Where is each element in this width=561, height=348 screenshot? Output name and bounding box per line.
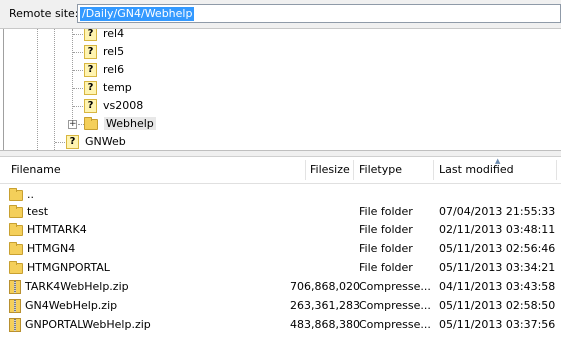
file-type: Compresse... — [359, 318, 431, 331]
column-separator[interactable] — [305, 160, 306, 180]
file-name: HTMTARK4 — [27, 223, 87, 236]
file-type: Compresse... — [359, 299, 431, 312]
file-modified: 05/11/2013 02:56:46 — [439, 242, 556, 255]
file-row[interactable]: TARK4WebHelp.zip 706,868,020 Compresse..… — [0, 277, 561, 296]
file-size — [290, 258, 348, 277]
tree-item-label: GNWeb — [85, 135, 126, 148]
folder-icon — [9, 187, 23, 201]
tree-border — [3, 29, 4, 150]
remote-site-path: /Daily/GN4/Webhelp — [80, 7, 195, 21]
file-size — [290, 239, 348, 258]
column-header-filename[interactable]: Filename — [11, 157, 61, 183]
tree-item-label: vs2008 — [103, 99, 144, 112]
file-name: GNPORTALWebHelp.zip — [25, 318, 151, 331]
file-size: 706,868,020 — [290, 280, 360, 293]
file-name: GN4WebHelp.zip — [25, 299, 118, 312]
zip-icon — [9, 299, 21, 313]
file-name: HTMGNPORTAL — [27, 261, 110, 274]
file-row[interactable]: test File folder 07/04/2013 21:55:33 — [0, 202, 561, 221]
remote-site-input[interactable]: /Daily/GN4/Webhelp — [77, 4, 561, 23]
file-row[interactable]: HTMTARK4 File folder 02/11/2013 03:48:11 — [0, 220, 561, 239]
file-modified: 04/11/2013 03:43:58 — [439, 280, 556, 293]
column-separator[interactable] — [433, 160, 434, 180]
tree-item-vs2008[interactable]: ? vs2008 — [84, 98, 143, 114]
tree-guide-line — [37, 29, 38, 150]
remote-directory-tree: ? rel4 ? rel5 ? rel6 ? temp ? vs2008 + Webhel… — [0, 29, 561, 151]
column-header-last-modified[interactable]: Last modified — [439, 157, 514, 183]
file-size — [290, 220, 348, 239]
file-modified: 07/04/2013 21:55:33 — [439, 205, 556, 218]
file-type: File folder — [359, 223, 413, 236]
question-icon: ? — [84, 99, 97, 113]
column-header-filetype[interactable]: Filetype — [359, 157, 402, 183]
file-name: HTMGN4 — [27, 242, 76, 255]
folder-icon — [9, 222, 23, 236]
folder-icon — [84, 116, 98, 130]
file-modified: 05/11/2013 02:58:50 — [439, 299, 556, 312]
question-icon: ? — [84, 81, 97, 95]
file-modified: 05/11/2013 03:34:21 — [439, 261, 556, 274]
tree-branch — [73, 106, 83, 107]
tree-item-rel5[interactable]: ? rel5 — [84, 44, 124, 60]
question-icon: ? — [66, 135, 79, 149]
file-row[interactable]: GNPORTALWebHelp.zip 483,868,380 Compress… — [0, 315, 561, 334]
file-name: TARK4WebHelp.zip — [25, 280, 129, 293]
tree-branch — [73, 70, 83, 71]
tree-item-rel4[interactable]: ? rel4 — [84, 29, 124, 42]
tree-branch — [73, 34, 83, 35]
file-name: .. — [27, 188, 34, 201]
tree-item-temp[interactable]: ? temp — [84, 80, 132, 96]
column-separator[interactable] — [353, 160, 354, 180]
file-type: File folder — [359, 261, 413, 274]
folder-icon — [9, 260, 23, 274]
tree-branch — [73, 52, 83, 53]
tree-guide-line — [72, 29, 73, 125]
file-type: File folder — [359, 205, 413, 218]
tree-branch — [55, 142, 65, 143]
file-size — [290, 202, 348, 221]
tree-item-webhelp[interactable]: Webhelp — [84, 116, 156, 132]
question-icon: ? — [84, 45, 97, 59]
tree-item-label: rel5 — [103, 45, 125, 58]
file-row[interactable]: GN4WebHelp.zip 263,361,283 Compresse... … — [0, 296, 561, 315]
file-modified: 02/11/2013 03:48:11 — [439, 223, 556, 236]
question-icon: ? — [84, 29, 97, 41]
column-header-filesize[interactable]: Filesize — [310, 157, 350, 183]
tree-branch — [73, 88, 83, 89]
file-type: Compresse... — [359, 280, 431, 293]
folder-icon — [9, 241, 23, 255]
file-row[interactable]: HTMGNPORTAL File folder 05/11/2013 03:34… — [0, 258, 561, 277]
zip-icon — [9, 318, 21, 332]
column-separator[interactable] — [556, 160, 557, 180]
tree-item-rel6[interactable]: ? rel6 — [84, 62, 124, 78]
tree-item-label: rel6 — [103, 63, 125, 76]
remote-site-label: Remote site: — [9, 7, 79, 20]
file-modified: 05/11/2013 03:37:56 — [439, 318, 556, 331]
zip-icon — [9, 280, 21, 294]
file-row[interactable]: HTMGN4 File folder 05/11/2013 02:56:46 — [0, 239, 561, 258]
file-size: 483,868,380 — [290, 318, 360, 331]
folder-icon — [9, 204, 23, 218]
tree-guide-line — [54, 29, 55, 150]
file-list-header: Filename Filesize Filetype ▲ Last modifi… — [0, 157, 561, 184]
file-type: File folder — [359, 242, 413, 255]
expand-toggle[interactable]: + — [68, 120, 77, 129]
file-name: test — [27, 205, 49, 218]
tree-item-label: rel4 — [103, 29, 125, 40]
remote-site-bar: Remote site: /Daily/GN4/Webhelp — [0, 0, 561, 29]
tree-item-label: Webhelp — [104, 117, 156, 130]
tree-item-gnweb[interactable]: ? GNWeb — [66, 134, 126, 150]
file-size: 263,361,283 — [290, 299, 360, 312]
question-icon: ? — [84, 63, 97, 77]
tree-item-label: temp — [103, 81, 132, 94]
